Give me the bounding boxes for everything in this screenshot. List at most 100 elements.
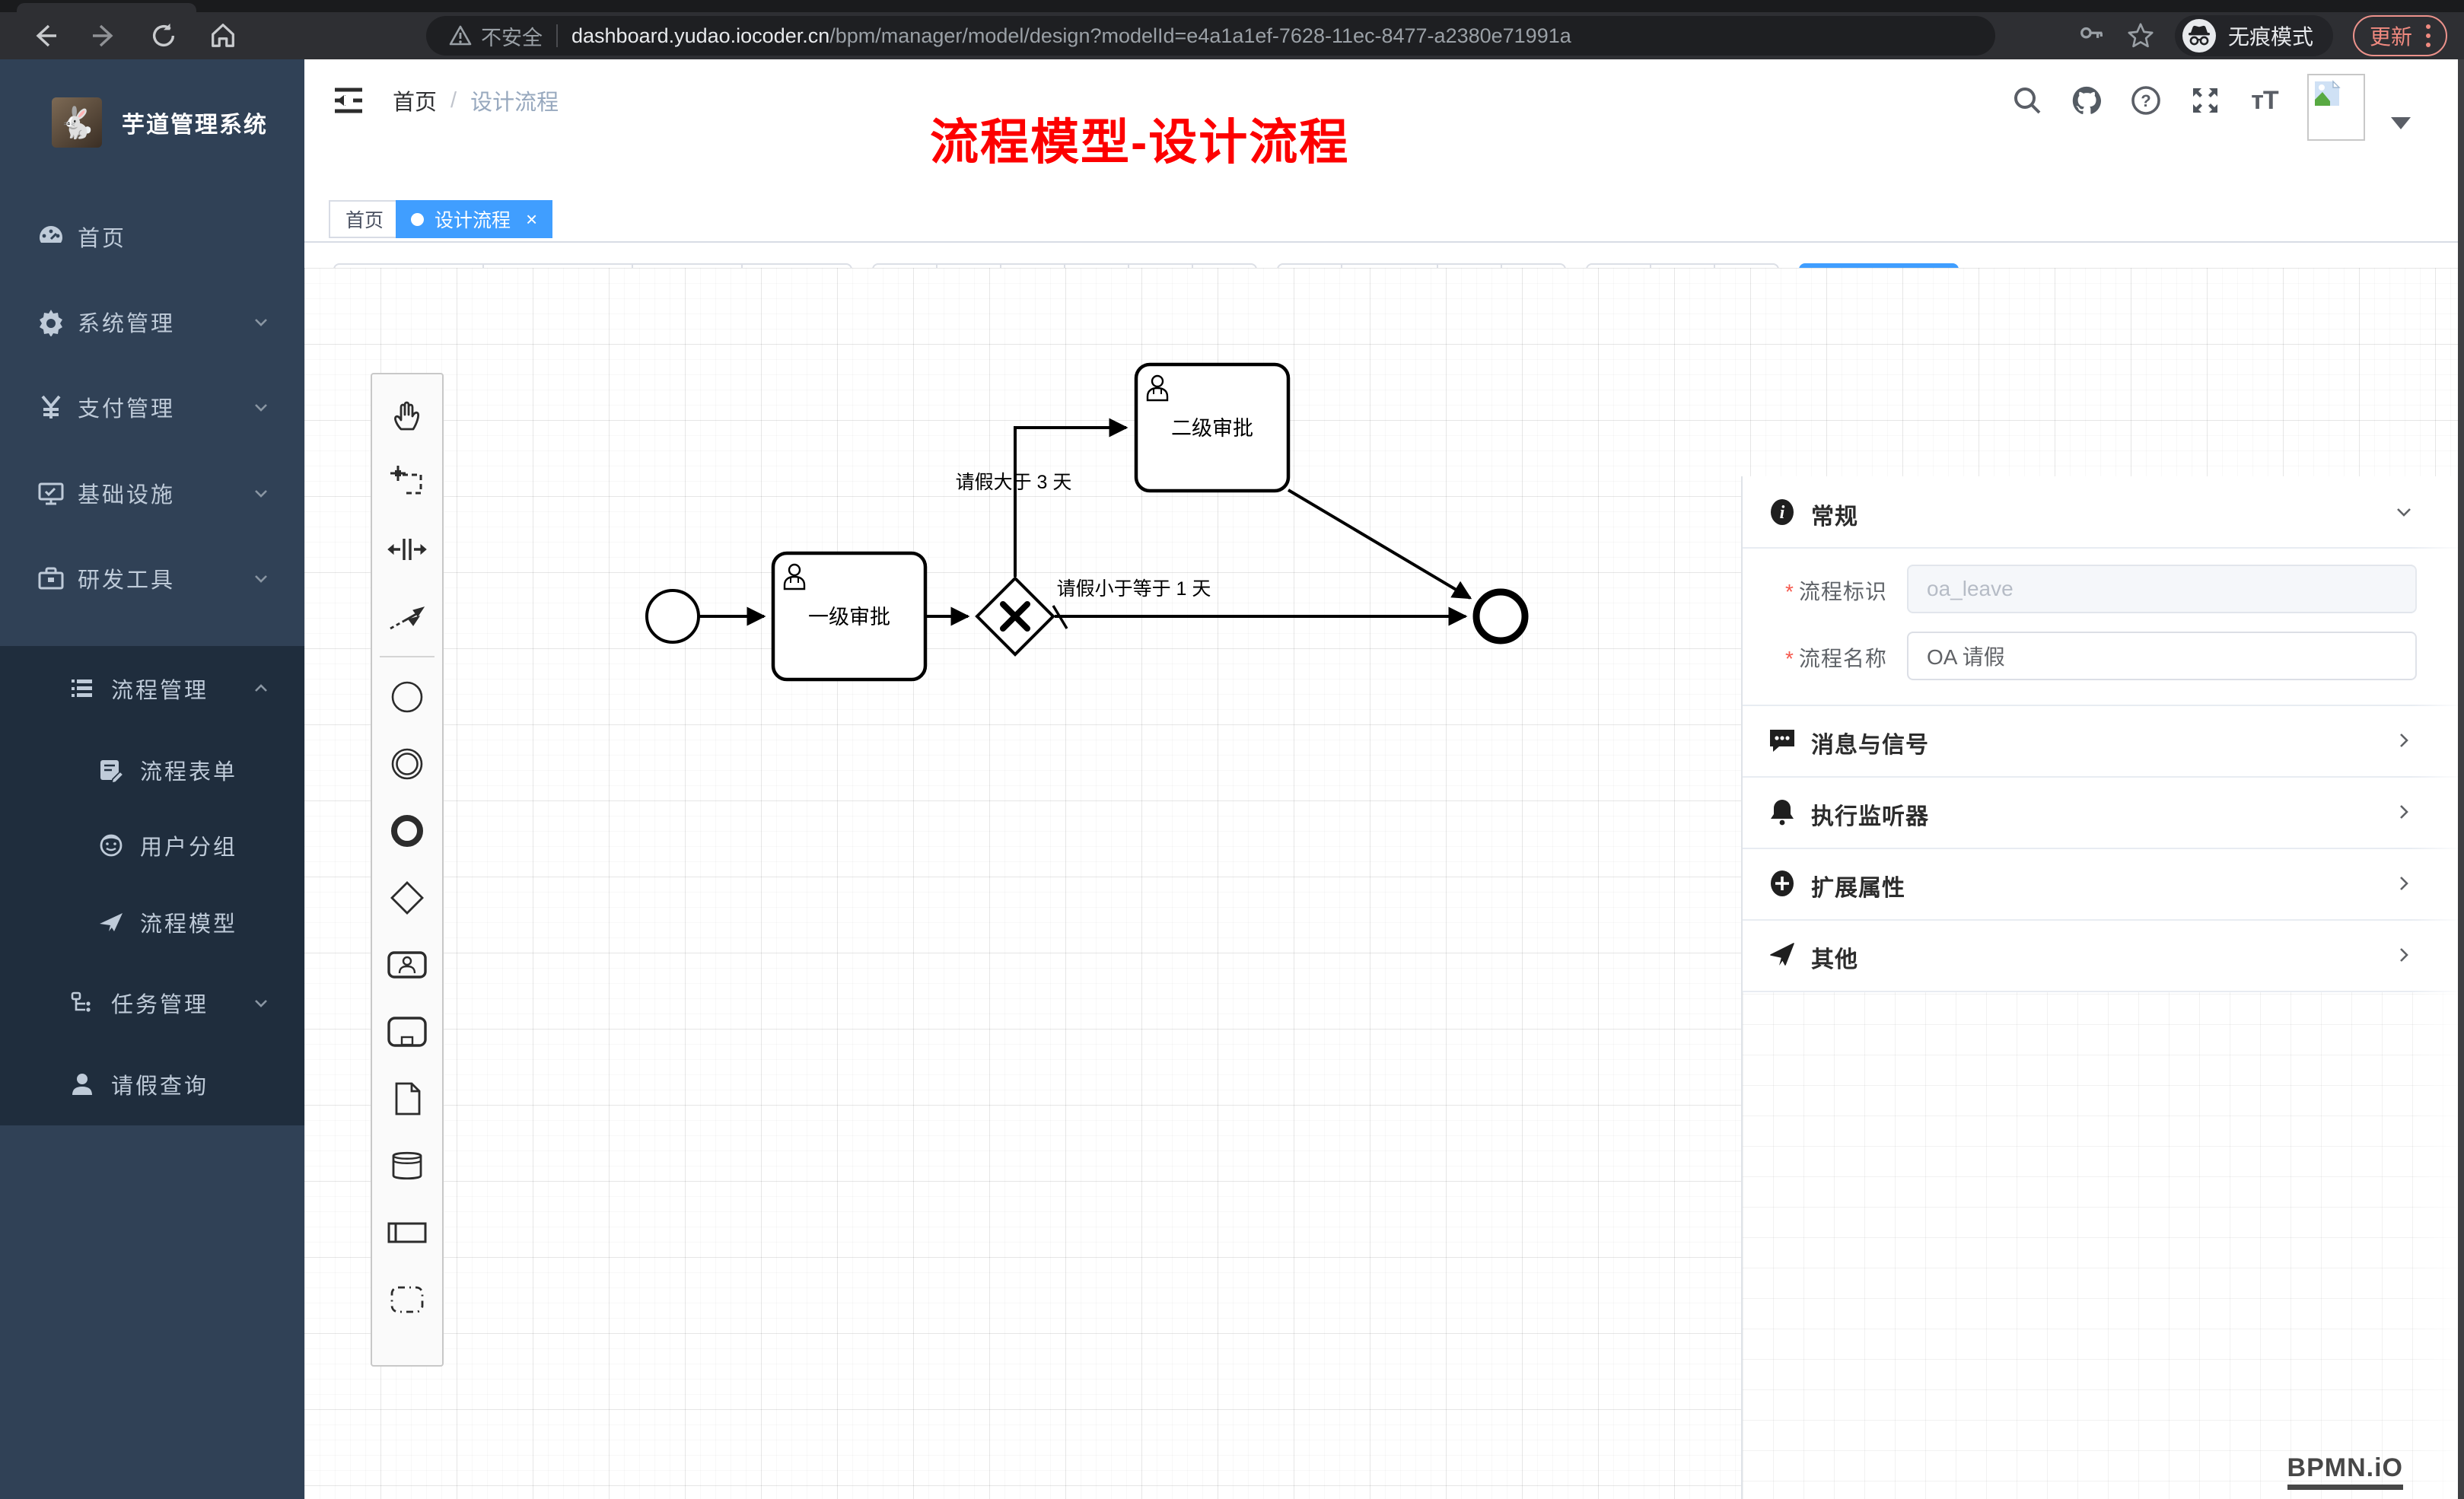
app-header: 首页 / 设计流程 ? тT xyxy=(304,59,2464,142)
panel-divider xyxy=(1743,547,2464,549)
chevron-right-icon xyxy=(2392,944,2415,966)
tree-icon xyxy=(68,989,96,1017)
active-tag-dot xyxy=(411,213,424,226)
bpmn-io-watermark[interactable]: BPMN.iO xyxy=(2287,1453,2403,1490)
chevron-up-icon xyxy=(251,679,271,699)
info-icon: i xyxy=(1767,497,1797,527)
update-button[interactable]: 更新 xyxy=(2353,15,2447,56)
sidebar-item-process-management[interactable]: 流程管理 xyxy=(0,651,304,727)
bookmark-star-icon[interactable] xyxy=(2126,21,2155,50)
flow-label-le1day[interactable]: 请假小于等于 1 天 xyxy=(1057,578,1211,600)
search-icon[interactable] xyxy=(2010,84,2044,117)
panel-section-other[interactable]: 其他 xyxy=(1743,919,2464,991)
svg-text:?: ? xyxy=(2141,91,2150,110)
paper-plane-icon xyxy=(97,909,125,936)
tag-close-icon[interactable]: × xyxy=(526,208,537,231)
sidebar-item-home[interactable]: 首页 xyxy=(0,194,304,279)
process-name-input[interactable] xyxy=(1907,632,2417,680)
sidebar-item-leave-query[interactable]: 请假查询 xyxy=(0,1046,304,1122)
yen-icon xyxy=(37,393,65,422)
flow-task2-to-end[interactable] xyxy=(1288,490,1470,598)
avatar[interactable] xyxy=(2307,74,2365,141)
sidebar-item-task-management[interactable]: 任务管理 xyxy=(0,965,304,1041)
fullscreen-icon[interactable] xyxy=(2189,84,2222,117)
security-label: 不安全 xyxy=(481,21,543,51)
tag-home[interactable]: 首页 xyxy=(329,200,400,238)
bpmn-diagram[interactable]: 一级审批 二级审批 请假大于 3 天 请假小于等于 1 天 xyxy=(304,268,1750,1499)
app-title: 芋道管理系统 xyxy=(122,106,268,139)
field-process-name: *流程名称 xyxy=(1743,632,2464,680)
tags-bar: 首页 设计流程 × xyxy=(304,142,2464,243)
panel-section-general[interactable]: i 常规 xyxy=(1743,476,2464,548)
back-icon[interactable] xyxy=(30,21,59,50)
avatar-caret-icon[interactable] xyxy=(2391,117,2411,129)
panel-section-extended-attrs[interactable]: 扩展属性 xyxy=(1743,848,2464,919)
home-icon[interactable] xyxy=(209,21,237,50)
url-path: /bpm/manager/model/design?modelId=e4a1a1… xyxy=(829,24,1571,47)
plus-circle-icon xyxy=(1767,868,1797,899)
sidebar-item-devtools[interactable]: 研发工具 xyxy=(0,536,304,621)
sidebar-item-process-model[interactable]: 流程模型 xyxy=(0,884,304,960)
help-icon[interactable]: ? xyxy=(2129,84,2163,117)
sidebar-toggle-icon[interactable] xyxy=(332,84,365,117)
people-icon xyxy=(97,832,125,859)
sidebar-item-user-groups[interactable]: 用户分组 xyxy=(0,807,304,883)
task1-label: 一级审批 xyxy=(808,606,890,629)
exclusive-gateway-node[interactable] xyxy=(977,578,1053,654)
user-task-node-level2[interactable]: 二级审批 xyxy=(1136,364,1288,491)
message-icon xyxy=(1767,725,1797,756)
browser-menu-icon[interactable] xyxy=(2426,24,2431,47)
chevron-down-icon xyxy=(251,312,271,332)
reload-icon[interactable] xyxy=(149,21,178,50)
url-bar[interactable]: 不安全 dashboard.yudao.iocoder.cn/bpm/manag… xyxy=(426,16,1995,56)
font-size-icon[interactable]: тT xyxy=(2248,84,2281,117)
flow-gateway-to-task2[interactable] xyxy=(1015,428,1126,577)
github-icon[interactable] xyxy=(2070,84,2103,117)
app-logo-row[interactable]: 🐇 芋道管理系统 xyxy=(0,73,304,172)
sidebar-item-system[interactable]: 系统管理 xyxy=(0,279,304,364)
field-label: 流程名称 xyxy=(1799,647,1887,670)
chevron-down-icon xyxy=(2392,501,2415,524)
toolbox-icon xyxy=(37,564,65,593)
broken-image-icon xyxy=(2312,78,2342,109)
window-right-edge xyxy=(2458,59,2464,1499)
annotation-text: 流程模型-设计流程 xyxy=(930,103,1349,173)
bpmn-canvas[interactable]: 一级审批 二级审批 请假大于 3 天 请假小于等于 1 天 xyxy=(304,268,2464,1499)
incognito-icon xyxy=(2181,18,2217,54)
chevron-down-icon xyxy=(251,483,271,503)
screen: 不安全 dashboard.yudao.iocoder.cn/bpm/manag… xyxy=(0,0,2464,1499)
person-icon xyxy=(68,1071,96,1098)
chevron-right-icon xyxy=(2392,800,2415,823)
end-event-node[interactable] xyxy=(1476,592,1525,641)
start-event-node[interactable] xyxy=(647,590,699,642)
field-label: 流程标识 xyxy=(1799,580,1887,603)
user-task-node-level1[interactable]: 一级审批 xyxy=(773,553,925,679)
forward-icon[interactable] xyxy=(90,21,119,50)
dashboard-icon xyxy=(37,222,65,251)
browser-tab[interactable] xyxy=(17,3,196,12)
panel-section-listeners[interactable]: 执行监听器 xyxy=(1743,776,2464,848)
breadcrumb-current: 设计流程 xyxy=(470,84,559,116)
chevron-right-icon xyxy=(2392,872,2415,895)
incognito-badge: 无痕模式 xyxy=(2175,15,2333,56)
sidebar-item-payment[interactable]: 支付管理 xyxy=(0,364,304,450)
sidebar-item-process-form[interactable]: 流程表单 xyxy=(0,732,304,808)
sidebar-item-infrastructure[interactable]: 基础设施 xyxy=(0,450,304,536)
omnibox-divider xyxy=(556,24,558,47)
bell-icon xyxy=(1767,797,1797,827)
flow-label-gt3days[interactable]: 请假大于 3 天 xyxy=(956,472,1072,493)
password-key-icon[interactable] xyxy=(2077,21,2106,50)
breadcrumb-home[interactable]: 首页 xyxy=(393,84,437,116)
url-domain: dashboard.yudao.iocoder.cn xyxy=(571,24,829,47)
send-icon xyxy=(1767,940,1797,970)
url-text[interactable]: dashboard.yudao.iocoder.cn/bpm/manager/m… xyxy=(571,24,1571,48)
tag-design-process[interactable]: 设计流程 × xyxy=(396,200,552,238)
panel-section-messages[interactable]: 消息与信号 xyxy=(1743,705,2464,776)
process-key-input[interactable] xyxy=(1907,565,2417,613)
security-indicator[interactable]: 不安全 xyxy=(449,21,543,51)
panel-divider xyxy=(1743,991,2464,992)
breadcrumb: 首页 / 设计流程 xyxy=(393,59,559,142)
browser-chrome: 不安全 dashboard.yudao.iocoder.cn/bpm/manag… xyxy=(0,0,2464,59)
main-area: 首页 / 设计流程 ? тT xyxy=(304,59,2464,1499)
task2-label: 二级审批 xyxy=(1171,417,1253,440)
